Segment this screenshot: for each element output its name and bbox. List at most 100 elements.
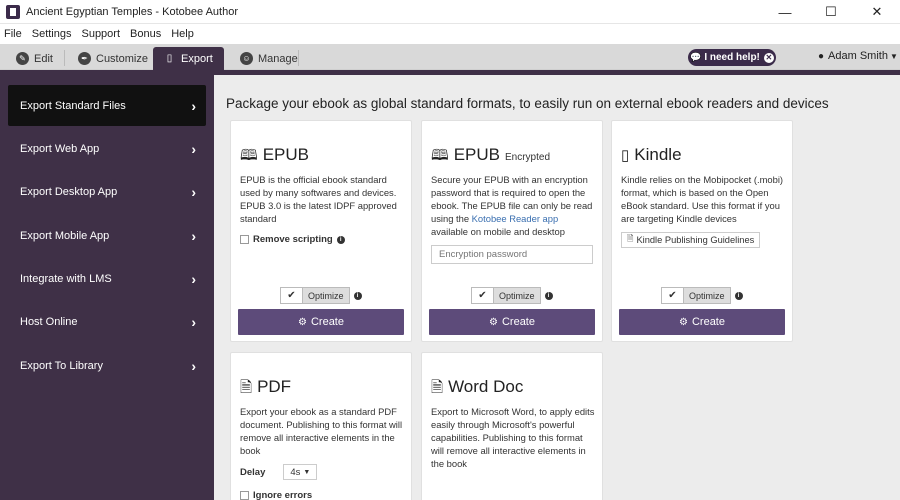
check-icon: ✔ — [472, 288, 494, 303]
remove-scripting-checkbox[interactable] — [240, 235, 249, 244]
card-title: 🗎 Word Doc — [431, 377, 523, 402]
close-window-button[interactable]: ✕ — [854, 0, 900, 24]
sidebar-item-export-mobile-app[interactable]: Export Mobile App › — [8, 215, 206, 256]
tab-export[interactable]: ▯ Export — [153, 47, 224, 70]
epub-description: EPUB is the official ebook standard used… — [240, 174, 397, 224]
sidebar-item-export-to-library[interactable]: Export To Library › — [8, 345, 206, 386]
chevron-right-icon: › — [191, 313, 196, 330]
pdf-title: PDF — [257, 377, 292, 396]
menu-file[interactable]: File — [4, 28, 22, 40]
create-kindle-button[interactable]: ⚙ Create — [619, 309, 785, 335]
sidebar-item-export-desktop-app[interactable]: Export Desktop App › — [8, 171, 206, 212]
optimize-label: Optimize — [684, 288, 730, 303]
brush-icon: ✒ — [78, 52, 91, 65]
optimize-label: Optimize — [494, 288, 540, 303]
tab-manage[interactable]: ☺ Manage — [230, 47, 308, 70]
maximize-button[interactable]: ☐ — [808, 0, 854, 24]
book-icon: 🕮 — [240, 147, 258, 164]
epub-card: 🕮 EPUB EPUB is the official ebook standa… — [230, 120, 412, 342]
export-content: Package your ebook as global standard fo… — [214, 75, 900, 500]
optimize-toggle: ✔ Optimize i — [661, 287, 743, 304]
chevron-right-icon: › — [191, 183, 196, 200]
card-title: 🕮 EPUB Encrypted — [431, 145, 550, 170]
kindle-card: ▯ Kindle Kindle relies on the Mobipocket… — [611, 120, 793, 342]
close-icon[interactable]: ✕ — [763, 52, 774, 63]
word-doc-card: 🗎 Word Doc Export to Microsoft Word, to … — [421, 352, 603, 500]
info-icon[interactable]: i — [544, 291, 553, 300]
chevron-right-icon: › — [191, 270, 196, 287]
epub-encrypted-title: EPUB — [453, 145, 500, 164]
card-title: 🕮 EPUB — [240, 145, 309, 170]
card-title: ▯ Kindle — [621, 145, 682, 165]
desc-text: available on mobile and desktop — [431, 226, 565, 237]
tab-export-label: Export — [181, 52, 213, 65]
sidebar-item-label: Export Web App — [20, 142, 100, 155]
kindle-title: Kindle — [634, 145, 682, 164]
encryption-password-input[interactable] — [431, 245, 593, 264]
check-icon: ✔ — [281, 288, 303, 303]
sidebar-item-label: Host Online — [20, 315, 78, 328]
help-button[interactable]: 💬 I need help! ✕ — [688, 49, 776, 66]
pdf-card: 🗎 PDF Export your ebook as a standard PD… — [230, 352, 412, 500]
optimize-button[interactable]: ✔ Optimize — [661, 287, 731, 304]
window-title: Ancient Egyptian Temples - Kotobee Autho… — [26, 5, 238, 18]
user-icon: ● — [818, 50, 825, 62]
tab-edit[interactable]: ✎ Edit — [6, 47, 63, 70]
encrypted-subtitle: Encrypted — [504, 152, 551, 163]
optimize-button[interactable]: ✔ Optimize — [471, 287, 541, 304]
chat-icon: 💬 — [690, 52, 702, 62]
document-icon: 🗎 — [627, 234, 634, 243]
tablet-icon: ▯ — [621, 147, 630, 164]
user-menu[interactable]: ● Adam Smith ▼ — [818, 50, 898, 62]
sidebar-item-label: Export To Library — [20, 359, 103, 372]
menu-support[interactable]: Support — [81, 28, 120, 40]
sidebar-item-export-web-app[interactable]: Export Web App › — [8, 128, 206, 169]
menu-settings[interactable]: Settings — [32, 28, 72, 40]
create-label: Create — [501, 316, 535, 328]
word-title: Word Doc — [448, 377, 524, 396]
sidebar-item-label: Integrate with LMS — [20, 272, 112, 285]
user-name: Adam Smith — [828, 50, 888, 62]
ignore-errors-option: Ignore errors — [240, 490, 312, 500]
menu-bonus[interactable]: Bonus — [130, 28, 161, 40]
tab-edit-label: Edit — [34, 52, 53, 65]
optimize-button[interactable]: ✔ Optimize — [280, 287, 350, 304]
info-icon[interactable]: i — [353, 291, 362, 300]
epub-encrypted-card: 🕮 EPUB Encrypted Secure your EPUB with a… — [421, 120, 603, 342]
sidebar-item-host-online[interactable]: Host Online › — [8, 301, 206, 342]
delay-value: 4s — [290, 466, 301, 478]
guidelines-label: Kindle Publishing Guidelines — [636, 235, 755, 245]
caret-down-icon: ▼ — [889, 51, 898, 61]
kotobee-reader-link[interactable]: Kotobee Reader app — [472, 213, 559, 224]
gear-icon: ⚙ — [298, 316, 307, 328]
window-controls: — ☐ ✕ — [762, 0, 900, 24]
tab-divider — [298, 50, 299, 66]
optimize-label: Optimize — [303, 288, 349, 303]
title-bar: Ancient Egyptian Temples - Kotobee Autho… — [0, 0, 900, 24]
tab-divider — [64, 50, 65, 66]
mobile-icon: ▯ — [166, 53, 173, 64]
optimize-toggle: ✔ Optimize i — [471, 287, 553, 304]
tab-manage-label: Manage — [258, 52, 298, 65]
word-file-icon: 🗎 — [431, 379, 444, 396]
tab-customize-label: Customize — [96, 52, 148, 65]
kindle-guidelines-button[interactable]: 🗎 Kindle Publishing Guidelines — [621, 232, 761, 248]
pencil-icon: ✎ — [16, 52, 29, 65]
info-icon[interactable]: i — [336, 235, 345, 244]
info-icon[interactable]: i — [734, 291, 743, 300]
create-epub-encrypted-button[interactable]: ⚙ Create — [429, 309, 595, 335]
pdf-description: Export your ebook as a standard PDF docu… — [240, 406, 403, 456]
page-headline: Package your ebook as global standard fo… — [226, 96, 829, 111]
sidebar-item-label: Export Mobile App — [20, 229, 110, 242]
create-epub-button[interactable]: ⚙ Create — [238, 309, 404, 335]
menu-help[interactable]: Help — [171, 28, 194, 40]
remove-scripting-label: Remove scripting — [253, 234, 333, 245]
sidebar-item-export-standard-files[interactable]: Export Standard Files › — [8, 85, 206, 126]
tab-customize[interactable]: ✒ Customize — [68, 47, 158, 70]
ignore-errors-label: Ignore errors — [253, 490, 313, 500]
ignore-errors-checkbox[interactable] — [240, 491, 249, 500]
sidebar-item-integrate-lms[interactable]: Integrate with LMS › — [8, 258, 206, 299]
epub-encrypted-description: Secure your EPUB with an encryption pass… — [431, 173, 597, 238]
minimize-button[interactable]: — — [762, 0, 808, 24]
delay-dropdown[interactable]: 4s ▼ — [283, 464, 318, 480]
